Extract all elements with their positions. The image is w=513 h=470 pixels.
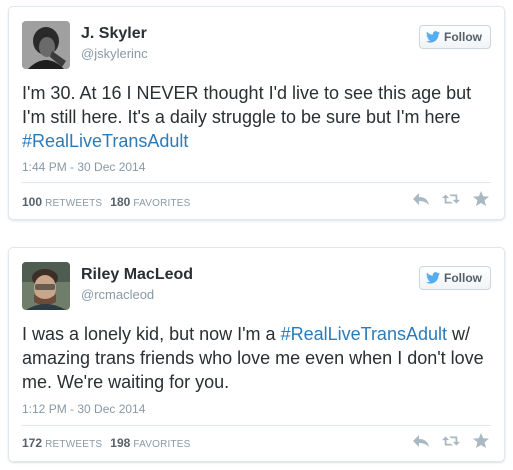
hashtag-link[interactable]: #RealLiveTransAdult (22, 131, 188, 151)
favorite-count-value: 198 (110, 436, 131, 450)
avatar[interactable] (22, 262, 70, 310)
user-handle[interactable]: @rcmacleod (81, 287, 154, 302)
tweet-text: I'm 30. At 16 I NEVER thought I'd live t… (22, 81, 491, 153)
divider (22, 182, 491, 183)
twitter-bird-icon (426, 31, 440, 43)
retweet-icon[interactable] (442, 191, 460, 207)
retweet-count-value: 100 (22, 195, 43, 209)
timestamp[interactable]: 1:44 PM - 30 Dec 2014 (22, 160, 145, 174)
retweet-count-label: RETWEETS (45, 439, 103, 450)
retweet-count[interactable]: 172 RETWEETS (22, 436, 102, 450)
divider (22, 425, 491, 426)
tweet-actions (412, 191, 490, 207)
user-name[interactable]: J. Skyler (81, 25, 147, 43)
retweet-icon[interactable] (442, 433, 460, 449)
twitter-bird-icon (426, 272, 440, 284)
favorite-star-icon[interactable] (472, 191, 490, 207)
favorite-star-icon[interactable] (472, 433, 490, 449)
favorite-count-value: 180 (110, 195, 131, 209)
favorite-count[interactable]: 180 FAVORITES (110, 195, 190, 209)
tweet-stats: 100 RETWEETS 180 FAVORITES (22, 195, 191, 209)
reply-icon[interactable] (412, 191, 430, 207)
tweet-text-body: I was a lonely kid, but now I'm a (22, 324, 281, 344)
user-name[interactable]: Riley MacLeod (81, 266, 193, 284)
hashtag-link[interactable]: #RealLiveTransAdult (281, 324, 447, 344)
favorite-count-label: FAVORITES (133, 198, 191, 209)
follow-label: Follow (444, 30, 482, 44)
user-handle[interactable]: @jskylerinc (81, 46, 148, 61)
retweet-count-value: 172 (22, 436, 43, 450)
favorite-count[interactable]: 198 FAVORITES (110, 436, 190, 450)
tweet-card: Riley MacLeod @rcmacleod Follow I was a … (8, 247, 505, 462)
tweet-card: J. Skyler @jskylerinc Follow I'm 30. At … (8, 6, 505, 220)
reply-icon[interactable] (412, 433, 430, 449)
timestamp[interactable]: 1:12 PM - 30 Dec 2014 (22, 402, 145, 416)
retweet-count[interactable]: 100 RETWEETS (22, 195, 102, 209)
tweet-text-body: I'm 30. At 16 I NEVER thought I'd live t… (22, 83, 472, 127)
follow-button[interactable]: Follow (419, 266, 491, 290)
tweet-text: I was a lonely kid, but now I'm a #RealL… (22, 322, 491, 394)
avatar[interactable] (22, 21, 70, 69)
favorite-count-label: FAVORITES (133, 439, 191, 450)
tweet-actions (412, 433, 490, 449)
tweet-stats: 172 RETWEETS 198 FAVORITES (22, 436, 191, 450)
follow-button[interactable]: Follow (419, 25, 491, 49)
follow-label: Follow (444, 271, 482, 285)
retweet-count-label: RETWEETS (45, 198, 103, 209)
